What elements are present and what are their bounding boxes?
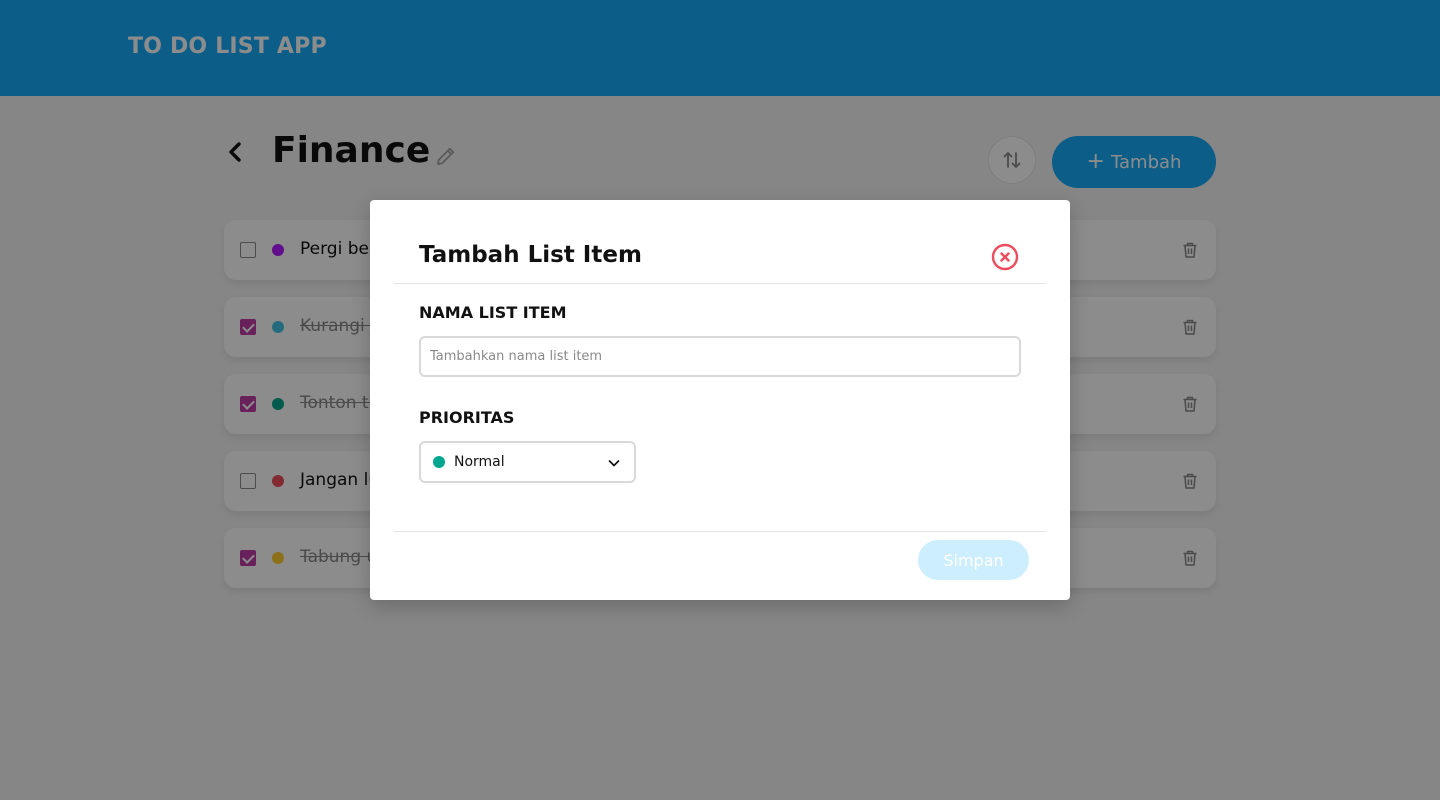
modal-footer-divider bbox=[394, 531, 1046, 532]
priority-selected-value: Normal bbox=[454, 454, 505, 470]
priority-color-dot bbox=[433, 456, 445, 468]
close-icon[interactable] bbox=[991, 243, 1019, 271]
save-button[interactable]: Simpan bbox=[918, 540, 1029, 580]
name-field-label: NAMA LIST ITEM bbox=[419, 303, 567, 322]
priority-dropdown[interactable]: Normal bbox=[419, 441, 636, 483]
add-item-modal: Tambah List Item NAMA LIST ITEM PRIORITA… bbox=[370, 200, 1070, 600]
chevron-down-icon bbox=[606, 455, 622, 471]
item-name-input[interactable] bbox=[419, 336, 1021, 377]
priority-field-label: PRIORITAS bbox=[419, 408, 515, 427]
modal-title: Tambah List Item bbox=[419, 242, 642, 268]
modal-header-divider bbox=[394, 283, 1046, 284]
